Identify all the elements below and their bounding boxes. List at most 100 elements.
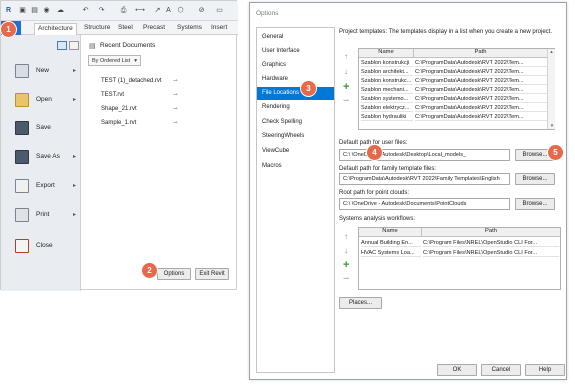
- workflow-name[interactable]: HVAC Systems Loa...: [361, 249, 421, 257]
- pin-icon[interactable]: ⊸: [173, 78, 178, 84]
- template-path[interactable]: C:\ProgramData\Autodesk\RVT 2022\Tem...: [415, 68, 547, 76]
- remove-workflow-icon[interactable]: −: [343, 273, 349, 285]
- exit-revit-button[interactable]: Exit Revit: [195, 268, 229, 280]
- scroll-up-icon[interactable]: ▴: [548, 49, 555, 55]
- tab-insert[interactable]: Insert: [211, 24, 227, 31]
- step-marker-4: 4: [367, 145, 382, 160]
- templates-col-path[interactable]: Path: [413, 49, 547, 58]
- ribbon-tabs: Architecture Structure Steel Precast Sys…: [1, 21, 238, 35]
- recent-file[interactable]: Shape_21.rvt: [101, 106, 137, 112]
- menu-close[interactable]: Close: [1, 233, 81, 259]
- point-clouds-path-input[interactable]: C:\ \OneDrive - Autodesk\Documents\Point…: [339, 198, 510, 210]
- nav-general[interactable]: General: [257, 31, 334, 44]
- menu-save-as[interactable]: Save As ▸: [1, 144, 81, 170]
- chevron-right-icon: ▸: [73, 97, 77, 103]
- revit-window: R ▣ ▤ ◉ ☁ ↶ ↷ ⎙ ⟷ ↗ A ⬡ ⊘ ▭ Architecture…: [0, 0, 238, 291]
- menu-new-label: New: [36, 67, 50, 74]
- menu-new[interactable]: New ▸: [1, 58, 81, 84]
- move-up-icon[interactable]: ↑: [344, 52, 348, 61]
- family-template-browse-button[interactable]: Browse...: [515, 173, 555, 185]
- print-icon[interactable]: ⎙: [119, 6, 128, 15]
- help-button[interactable]: Help: [525, 364, 565, 376]
- template-path[interactable]: C:\ProgramData\Autodesk\RVT 2022\Tem...: [415, 95, 547, 103]
- add-template-icon[interactable]: +: [343, 81, 349, 93]
- tab-systems[interactable]: Systems: [177, 24, 202, 31]
- point-clouds-browse-button[interactable]: Browse...: [515, 198, 555, 210]
- tab-precast[interactable]: Precast: [143, 24, 165, 31]
- pin-icon[interactable]: ⊸: [173, 92, 178, 98]
- template-name[interactable]: Szablon hydrauliki: [361, 113, 413, 121]
- sync-icon[interactable]: ◉: [42, 6, 51, 15]
- pin-icon[interactable]: ⊸: [173, 120, 178, 126]
- nav-user-interface[interactable]: User Interface: [257, 45, 334, 58]
- dimension-icon[interactable]: ↗: [153, 6, 162, 15]
- family-template-path-input[interactable]: C:\ProgramData\Autodesk\RVT 2022\Family …: [339, 173, 510, 185]
- ok-button[interactable]: OK: [437, 364, 477, 376]
- cancel-button[interactable]: Cancel: [481, 364, 521, 376]
- switch-windows-icon[interactable]: ▭: [215, 6, 224, 15]
- template-name[interactable]: Szablon konstrukc...: [361, 77, 413, 85]
- template-name[interactable]: Szablon elektrycz...: [361, 104, 413, 112]
- places-button[interactable]: Places...: [339, 297, 382, 309]
- move-down-icon[interactable]: ↓: [344, 67, 348, 76]
- recent-file[interactable]: TEST (1)_detached.rvt: [101, 78, 162, 84]
- templates-scrollbar[interactable]: ▴ ▾: [547, 49, 555, 129]
- nav-hardware[interactable]: Hardware: [257, 73, 334, 86]
- workflow-path[interactable]: C:\Program Files\NREL\OpenStudio CLI For…: [423, 239, 559, 247]
- sort-dropdown[interactable]: By Ordered List ▾: [88, 55, 141, 66]
- tab-steel[interactable]: Steel: [118, 24, 133, 31]
- menu-export[interactable]: Export ▸: [1, 173, 81, 199]
- nav-steeringwheels[interactable]: SteeringWheels: [257, 130, 334, 143]
- save-icon[interactable]: ▤: [30, 6, 39, 15]
- menu-print[interactable]: Print ▸: [1, 202, 81, 228]
- nav-file-locations[interactable]: File Locations: [257, 87, 334, 100]
- recent-file[interactable]: Sample_1.rvt: [101, 120, 136, 126]
- default-3d-icon[interactable]: ⬡: [176, 6, 185, 15]
- systems-col-path[interactable]: Path: [421, 228, 560, 237]
- recent-list-view-icon[interactable]: [57, 41, 67, 50]
- project-templates-label: Project templates: The templates display…: [339, 29, 552, 35]
- template-path[interactable]: C:\ProgramData\Autodesk\RVT 2022\Tem...: [415, 104, 547, 112]
- nav-graphics[interactable]: Graphics: [257, 59, 334, 72]
- template-path[interactable]: C:\ProgramData\Autodesk\RVT 2022\Tem...: [415, 113, 547, 121]
- menu-save[interactable]: Save: [1, 115, 81, 141]
- user-files-path-input[interactable]: C:\ \OneDrive - Autodesk\Desktop\Local_m…: [339, 149, 510, 161]
- move-up-icon[interactable]: ↑: [344, 232, 348, 241]
- close-hidden-icon[interactable]: ⊘: [197, 6, 206, 15]
- nav-viewcube[interactable]: ViewCube: [257, 145, 334, 158]
- workflow-path[interactable]: C:\Program Files\NREL\OpenStudio CLI For…: [423, 249, 559, 257]
- template-name[interactable]: Szablon systemo...: [361, 95, 413, 103]
- workflow-name[interactable]: Annual Building En...: [361, 239, 421, 247]
- scroll-down-icon[interactable]: ▾: [548, 123, 556, 129]
- tab-architecture[interactable]: Architecture: [34, 23, 77, 35]
- redo-icon[interactable]: ↷: [97, 6, 106, 15]
- move-down-icon[interactable]: ↓: [344, 246, 348, 255]
- application-menu: New ▸ Open ▸ Save Save As ▸ Export ▸ Pri…: [1, 35, 81, 291]
- add-workflow-icon[interactable]: +: [343, 259, 349, 271]
- template-path[interactable]: C:\ProgramData\Autodesk\RVT 2022\Tem...: [415, 86, 547, 94]
- cloud-icon[interactable]: ☁: [56, 6, 65, 15]
- step-marker-2: 2: [142, 263, 157, 278]
- nav-check-spelling[interactable]: Check Spelling: [257, 116, 334, 129]
- recent-file[interactable]: TEST.rvt: [101, 92, 124, 98]
- pin-icon[interactable]: ⊸: [173, 106, 178, 112]
- open-documents-view-icon[interactable]: [69, 41, 79, 50]
- open-icon[interactable]: ▣: [18, 6, 27, 15]
- revit-logo-icon[interactable]: R: [4, 6, 13, 15]
- tag-icon[interactable]: A: [164, 6, 173, 15]
- template-path[interactable]: C:\ProgramData\Autodesk\RVT 2022\Tem...: [415, 59, 547, 67]
- nav-macros[interactable]: Macros: [257, 160, 334, 173]
- template-name[interactable]: Szablon mechani...: [361, 86, 413, 94]
- tab-structure[interactable]: Structure: [84, 24, 110, 31]
- undo-icon[interactable]: ↶: [81, 6, 90, 15]
- options-button[interactable]: Options: [157, 268, 191, 280]
- template-name[interactable]: Szablon konstrukcji: [361, 59, 413, 67]
- systems-col-name[interactable]: Name: [359, 228, 421, 237]
- menu-open[interactable]: Open ▸: [1, 87, 81, 113]
- nav-rendering[interactable]: Rendering: [257, 101, 334, 114]
- template-path[interactable]: C:\ProgramData\Autodesk\RVT 2022\Tem...: [415, 77, 547, 85]
- templates-col-name[interactable]: Name: [359, 49, 413, 58]
- template-name[interactable]: Szablon architekt...: [361, 68, 413, 76]
- remove-template-icon[interactable]: −: [343, 95, 349, 107]
- measure-icon[interactable]: ⟷: [135, 6, 145, 15]
